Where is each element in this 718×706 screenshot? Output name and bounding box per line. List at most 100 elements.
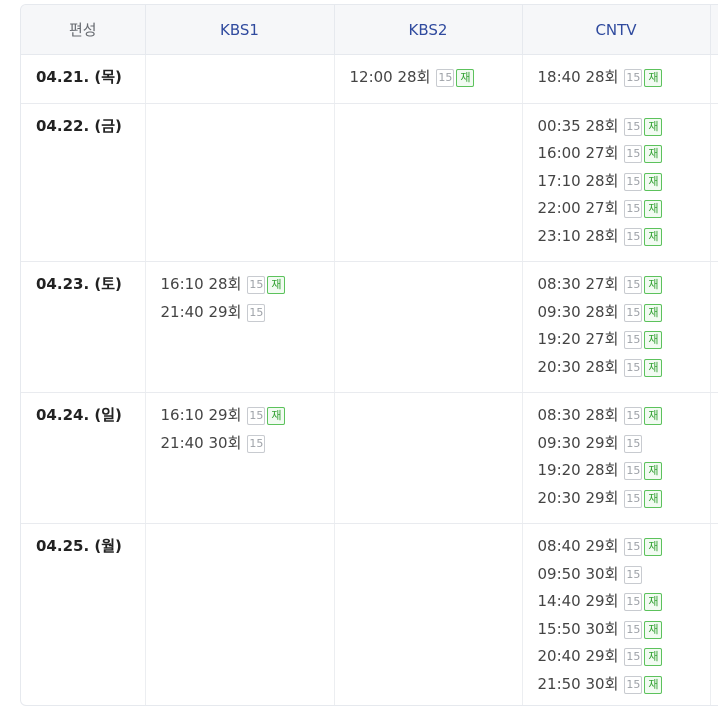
cell-kbs2 xyxy=(334,524,522,706)
age-rating-badge: 15 xyxy=(624,200,642,218)
entry-time: 17:10 xyxy=(538,172,581,190)
rerun-badge: 재 xyxy=(644,359,662,377)
rerun-badge: 재 xyxy=(644,173,662,191)
entry-time: 00:35 xyxy=(538,117,581,135)
age-rating-badge: 15 xyxy=(624,621,642,639)
entry-time: 09:30 xyxy=(538,434,581,452)
entry-time: 21:50 xyxy=(538,675,581,693)
cell-kbs1: 16:10 28회15재21:40 29회15 xyxy=(145,262,334,393)
cell-kbs2 xyxy=(334,262,522,393)
broadcast-entry: 08:30 27회15재 xyxy=(538,273,695,301)
entry-time: 19:20 xyxy=(538,461,581,479)
broadcast-entry: 14:40 29회15재 xyxy=(538,590,695,618)
header-channel-kbs1[interactable]: KBS1 xyxy=(145,5,334,55)
broadcast-entry: 20:40 29회15재 xyxy=(538,645,695,673)
cell-cntv: 00:35 28회15재16:00 27회15재17:10 28회15재22:0… xyxy=(522,103,710,262)
entry-time: 23:10 xyxy=(538,227,581,245)
row-date: 04.21. (목) xyxy=(21,55,145,104)
age-rating-badge: 15 xyxy=(624,118,642,136)
rerun-badge: 재 xyxy=(644,304,662,322)
cell-next-channel xyxy=(710,55,718,104)
broadcast-entry: 09:30 28회15재 xyxy=(538,301,695,329)
cell-cntv: 08:30 27회15재09:30 28회15재19:20 27회15재20:3… xyxy=(522,262,710,393)
header-channel-kbs2[interactable]: KBS2 xyxy=(334,5,522,55)
broadcast-entry: 16:10 29회 15재 xyxy=(161,404,319,432)
cell-kbs1 xyxy=(145,103,334,262)
rerun-badge: 재 xyxy=(644,407,662,425)
header-channel-next xyxy=(710,5,718,55)
broadcast-entry: 12:00 28회15재 xyxy=(350,66,507,94)
rerun-badge: 재 xyxy=(644,331,662,349)
broadcast-entry: 08:30 28회15재 xyxy=(538,404,695,432)
entry-episode: 28회 xyxy=(586,117,619,135)
broadcast-entry: 09:30 29회15 xyxy=(538,432,695,460)
cell-next-channel xyxy=(710,393,718,524)
table-body: 04.21. (목)12:00 28회15재18:40 28회15재04.22.… xyxy=(21,55,718,706)
broadcast-entry: 08:40 29회15재 xyxy=(538,535,695,563)
rerun-badge: 재 xyxy=(644,676,662,694)
table-row: 04.22. (금)00:35 28회15재16:00 27회15재17:10 … xyxy=(21,103,718,262)
entry-time: 15:50 xyxy=(538,620,581,638)
age-rating-badge: 15 xyxy=(247,435,265,453)
age-rating-badge: 15 xyxy=(624,276,642,294)
row-date: 04.24. (일) xyxy=(21,393,145,524)
rerun-badge: 재 xyxy=(267,276,285,294)
broadcast-entry: 09:50 30회15 xyxy=(538,563,695,591)
age-rating-badge: 15 xyxy=(624,566,642,584)
age-rating-badge: 15 xyxy=(624,173,642,191)
entry-episode: 29회 xyxy=(586,537,619,555)
entry-time: 22:00 xyxy=(538,199,581,217)
age-rating-badge: 15 xyxy=(624,648,642,666)
age-rating-badge: 15 xyxy=(247,276,265,294)
row-date: 04.22. (금) xyxy=(21,103,145,262)
rerun-badge: 재 xyxy=(644,490,662,508)
entry-episode: 28회 xyxy=(586,303,619,321)
broadcast-entry: 16:10 28회15재 xyxy=(161,273,319,301)
broadcast-entry: 20:30 28회15재 xyxy=(538,356,695,384)
rerun-badge: 재 xyxy=(267,407,285,425)
age-rating-badge: 15 xyxy=(624,359,642,377)
rerun-badge: 재 xyxy=(644,538,662,556)
row-date: 04.25. (월) xyxy=(21,524,145,706)
entry-episode: 29회 xyxy=(586,489,619,507)
age-rating-badge: 15 xyxy=(624,676,642,694)
broadcast-entry: 00:35 28회15재 xyxy=(538,115,695,143)
cell-kbs2: 12:00 28회15재 xyxy=(334,55,522,104)
age-rating-badge: 15 xyxy=(624,331,642,349)
entry-time: 18:40 xyxy=(538,68,581,86)
rerun-badge: 재 xyxy=(644,200,662,218)
cell-kbs1 xyxy=(145,55,334,104)
age-rating-badge: 15 xyxy=(624,538,642,556)
broadcast-schedule-table: 편성 KBS1 KBS2 CNTV 04.21. (목) 12:00 28회15재… xyxy=(21,5,718,706)
entry-time: 08:30 xyxy=(538,275,581,293)
rerun-badge: 재 xyxy=(644,621,662,639)
entry-episode: 27회 xyxy=(586,144,619,162)
entry-episode: 27회 xyxy=(586,199,619,217)
entry-episode: 28회 xyxy=(586,68,619,86)
broadcast-entry: 19:20 28회15재 xyxy=(538,459,695,487)
rerun-badge: 재 xyxy=(644,145,662,163)
entry-time: 16:10 xyxy=(161,406,204,424)
entry-time: 08:30 xyxy=(538,406,581,424)
entry-time: 20:30 xyxy=(538,358,581,376)
row-date: 04.23. (토) xyxy=(21,262,145,393)
entry-episode: 27회 xyxy=(586,330,619,348)
header-schedule: 편성 xyxy=(21,5,145,55)
entry-episode: 29회 xyxy=(586,592,619,610)
entry-episode: 30회 xyxy=(586,565,619,583)
rerun-badge: 재 xyxy=(644,69,662,87)
entry-episode: 29회 xyxy=(209,406,242,424)
entry-episode: 30회 xyxy=(209,434,242,452)
age-rating-badge: 15 xyxy=(247,407,265,425)
table-header: 편성 KBS1 KBS2 CNTV xyxy=(21,5,718,55)
broadcast-entry: 22:00 27회 15재 xyxy=(538,197,695,225)
broadcast-entry: 21:40 30회15 xyxy=(161,432,319,460)
age-rating-badge: 15 xyxy=(436,69,454,87)
rerun-badge: 재 xyxy=(644,462,662,480)
entry-episode: 28회 xyxy=(586,406,619,424)
age-rating-badge: 15 xyxy=(624,304,642,322)
entry-episode: 28회 xyxy=(586,461,619,479)
age-rating-badge: 15 xyxy=(247,304,265,322)
entry-episode: 28회 xyxy=(209,275,242,293)
header-channel-cntv[interactable]: CNTV xyxy=(522,5,710,55)
